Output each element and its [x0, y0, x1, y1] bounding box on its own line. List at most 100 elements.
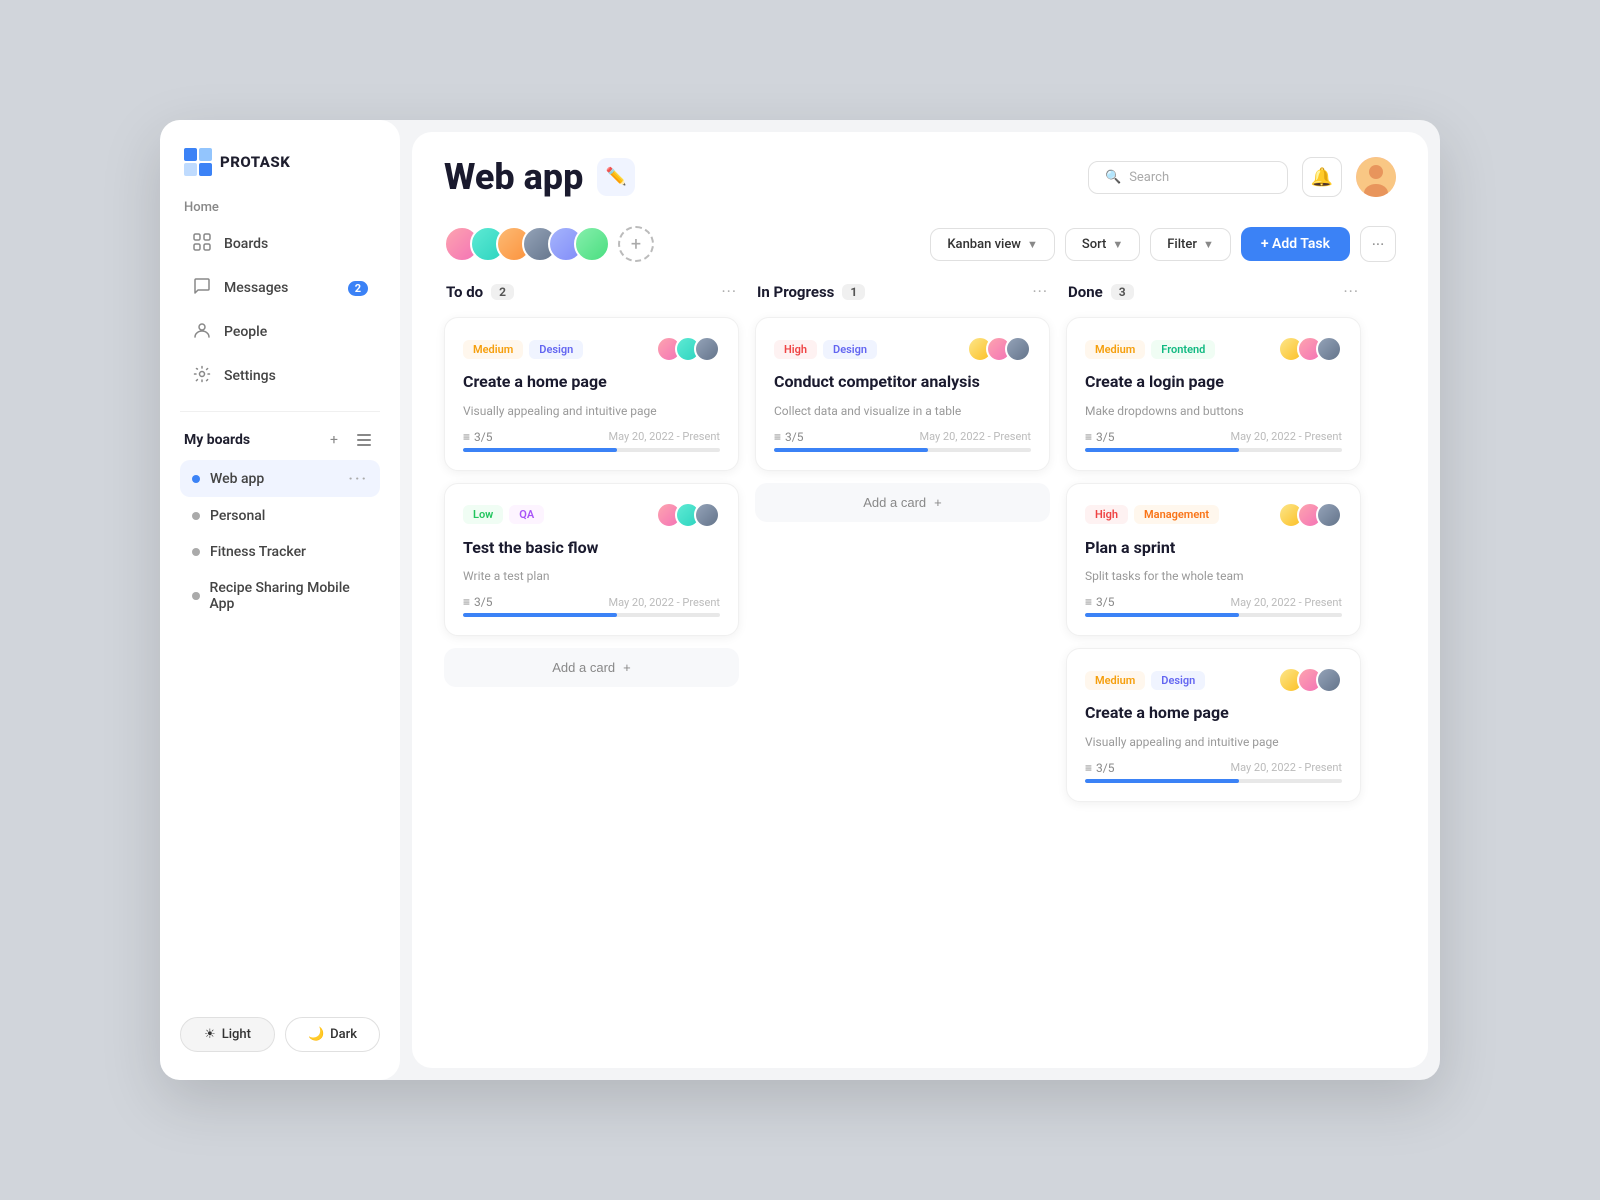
- board-item-web-app[interactable]: Web app ···: [180, 460, 380, 497]
- column-done-title: Done: [1068, 283, 1103, 301]
- main-header: Web app ✏️ 🔍 Search 🔔: [412, 132, 1428, 214]
- logo: PROTASK: [180, 148, 380, 176]
- task-card[interactable]: Medium Design Create a home page Visuall…: [1066, 648, 1361, 802]
- progress-value: 3/5: [1096, 430, 1114, 444]
- chevron-down-icon: ▼: [1027, 238, 1038, 251]
- list-board-button[interactable]: [352, 428, 376, 452]
- light-theme-button[interactable]: ☀ Light: [180, 1017, 275, 1052]
- progress-bar-fill: [774, 448, 928, 452]
- more-options-button[interactable]: ···: [1360, 226, 1396, 262]
- app-container: PROTASK Home Boards Messages 2 People: [160, 120, 1440, 1080]
- card-tags-row: Medium Design: [463, 336, 720, 362]
- progress-bar-fill: [1085, 779, 1239, 783]
- card-progress: ≡ 3/5 May 20, 2022 - Present: [774, 430, 1031, 452]
- moon-icon: 🌙: [308, 1027, 324, 1042]
- board-dot: [192, 475, 200, 483]
- date-label: May 20, 2022 - Present: [1230, 430, 1342, 443]
- tag-medium: Medium: [1085, 671, 1145, 690]
- progress-bar-fill: [1085, 613, 1239, 617]
- board-item-fitness[interactable]: Fitness Tracker: [180, 535, 380, 569]
- task-card[interactable]: Low QA Test the basic flow Write a test …: [444, 483, 739, 637]
- messages-label: Messages: [224, 280, 288, 296]
- people-icon: [192, 321, 212, 343]
- tag-low: Low: [463, 505, 503, 524]
- settings-icon: [192, 365, 212, 387]
- card-avatars: [656, 336, 720, 362]
- tag-qa: QA: [509, 505, 544, 524]
- sidebar-item-messages[interactable]: Messages 2: [180, 267, 380, 309]
- column-inprogress-more[interactable]: ···: [1032, 282, 1048, 301]
- board-item-recipe[interactable]: Recipe Sharing Mobile App: [180, 571, 380, 621]
- task-card[interactable]: High Management Plan a sprint Split task…: [1066, 483, 1361, 637]
- member-avatars: [444, 226, 610, 262]
- card-progress: ≡ 3/5 May 20, 2022 - Present: [463, 595, 720, 617]
- column-todo-more[interactable]: ···: [721, 282, 737, 301]
- tag-management: Management: [1134, 505, 1219, 524]
- add-task-button[interactable]: + Add Task: [1241, 227, 1350, 261]
- sort-button[interactable]: Sort ▼: [1065, 228, 1140, 261]
- progress-bar-fill: [463, 448, 617, 452]
- search-icon: 🔍: [1105, 170, 1121, 185]
- list-icon: ≡: [1085, 761, 1092, 775]
- sun-icon: ☀: [204, 1027, 216, 1042]
- add-board-button[interactable]: +: [322, 428, 346, 452]
- add-member-button[interactable]: +: [618, 226, 654, 262]
- progress-label: ≡ 3/5: [463, 595, 492, 609]
- toolbar-right: Kanban view ▼ Sort ▼ Filter ▼ + Add Task…: [930, 226, 1396, 262]
- board-item-label: Web app: [210, 471, 264, 487]
- date-label: May 20, 2022 - Present: [1230, 596, 1342, 609]
- logo-text: PROTASK: [220, 153, 290, 171]
- filter-button[interactable]: Filter ▼: [1150, 228, 1231, 261]
- add-card-button-todo[interactable]: Add a card +: [444, 648, 739, 687]
- search-bar[interactable]: 🔍 Search: [1088, 161, 1288, 194]
- card-avatars: [967, 336, 1031, 362]
- progress-bar-bg: [1085, 448, 1342, 452]
- board-more-button[interactable]: ···: [348, 469, 368, 488]
- notification-button[interactable]: 🔔: [1302, 157, 1342, 197]
- sort-label: Sort: [1082, 237, 1107, 252]
- board-item-label: Recipe Sharing Mobile App: [210, 580, 368, 612]
- sidebar-item-people[interactable]: People: [180, 311, 380, 353]
- tag-group: Medium Frontend: [1085, 340, 1215, 359]
- task-card[interactable]: Medium Design Create a home page Visuall…: [444, 317, 739, 471]
- progress-bar-bg: [774, 448, 1031, 452]
- chevron-down-icon-sort: ▼: [1112, 238, 1123, 251]
- progress-bar-bg: [1085, 613, 1342, 617]
- progress-row: ≡ 3/5 May 20, 2022 - Present: [1085, 595, 1342, 609]
- progress-bar-bg: [463, 613, 720, 617]
- card-tags-row: High Management: [1085, 502, 1342, 528]
- progress-label: ≡ 3/5: [1085, 430, 1114, 444]
- board-item-label: Fitness Tracker: [210, 544, 306, 560]
- task-card[interactable]: Medium Frontend Create a login page Make…: [1066, 317, 1361, 471]
- sidebar-item-settings[interactable]: Settings: [180, 355, 380, 397]
- task-card[interactable]: High Design Conduct competitor analysis …: [755, 317, 1050, 471]
- progress-bar-fill: [463, 613, 617, 617]
- progress-bar-bg: [463, 448, 720, 452]
- card-desc: Make dropdowns and buttons: [1085, 403, 1342, 420]
- progress-label: ≡ 3/5: [1085, 595, 1114, 609]
- column-done-header: Done 3 ···: [1066, 278, 1361, 305]
- progress-value: 3/5: [474, 595, 492, 609]
- edit-title-button[interactable]: ✏️: [597, 158, 635, 196]
- kanban-view-button[interactable]: Kanban view ▼: [930, 228, 1055, 261]
- board-item-personal[interactable]: Personal: [180, 499, 380, 533]
- progress-row: ≡ 3/5 May 20, 2022 - Present: [1085, 430, 1342, 444]
- filter-label: Filter: [1167, 237, 1197, 252]
- add-card-button-inprogress[interactable]: Add a card +: [755, 483, 1050, 522]
- boards-label: Boards: [224, 236, 268, 252]
- plus-icon: +: [934, 495, 942, 510]
- my-boards-header: My boards +: [180, 424, 380, 460]
- user-avatar[interactable]: [1356, 157, 1396, 197]
- my-boards-title: My boards: [184, 432, 250, 448]
- column-done-more[interactable]: ···: [1343, 282, 1359, 301]
- progress-row: ≡ 3/5 May 20, 2022 - Present: [774, 430, 1031, 444]
- progress-bar-fill: [1085, 448, 1239, 452]
- card-progress: ≡ 3/5 May 20, 2022 - Present: [1085, 761, 1342, 783]
- card-avatar: [1316, 502, 1342, 528]
- card-progress: ≡ 3/5 May 20, 2022 - Present: [1085, 595, 1342, 617]
- progress-label: ≡ 3/5: [1085, 761, 1114, 775]
- card-avatars: [1278, 502, 1342, 528]
- sidebar-item-boards[interactable]: Boards: [180, 223, 380, 265]
- dark-theme-button[interactable]: 🌙 Dark: [285, 1017, 380, 1052]
- tag-group: Low QA: [463, 505, 544, 524]
